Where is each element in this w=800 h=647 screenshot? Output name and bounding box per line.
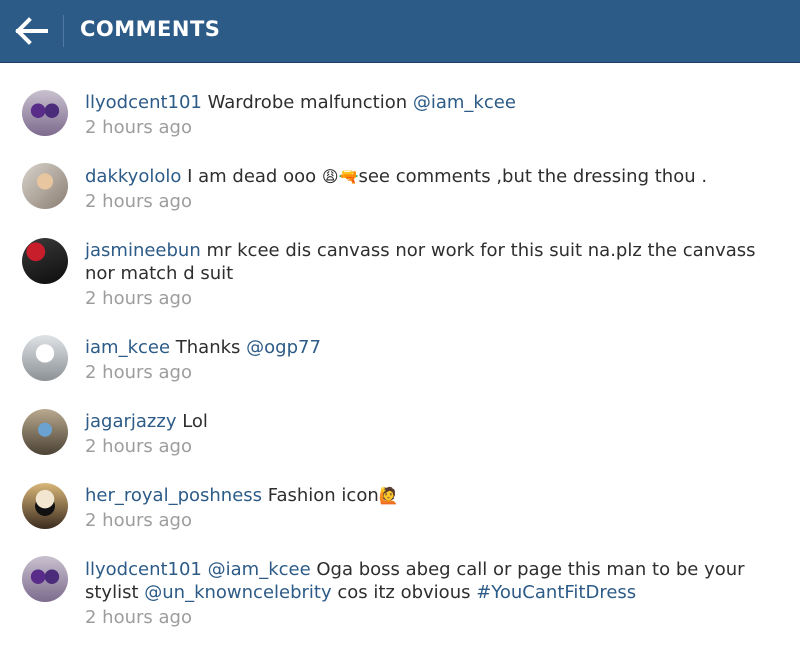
comment-username[interactable]: jagarjazzy — [85, 411, 176, 432]
comment-body-text: Fashion icon — [262, 485, 379, 506]
back-button[interactable] — [14, 14, 50, 48]
mention-link[interactable]: @ogp77 — [246, 337, 321, 358]
comment-username[interactable]: dakkyololo — [85, 166, 181, 187]
avatar[interactable] — [22, 556, 68, 602]
comment-timestamp: 2 hours ago — [85, 436, 192, 457]
comment-username[interactable]: llyodcent101 — [85, 92, 202, 113]
mention-link[interactable]: @iam_kcee — [413, 92, 516, 113]
comment-body-text: Lol — [176, 411, 208, 432]
mention-link[interactable]: @un_knowncelebrity — [144, 582, 331, 603]
avatar[interactable] — [22, 409, 68, 455]
comment-text: llyodcent101 Wardrobe malfunction @iam_k… — [85, 91, 775, 114]
emoji-icon: 🔫 — [338, 167, 359, 186]
comment-timestamp: 2 hours ago — [85, 191, 192, 212]
avatar[interactable] — [22, 238, 68, 284]
hashtag-link[interactable]: #YouCantFitDress — [476, 582, 636, 603]
comment-text: iam_kcee Thanks @ogp77 — [85, 336, 775, 359]
comment-body-text: I am dead ooo — [181, 166, 322, 187]
comment-timestamp: 2 hours ago — [85, 362, 192, 383]
comment-username[interactable]: llyodcent101 — [85, 559, 202, 580]
comment-body-text: cos itz obvious — [331, 582, 477, 603]
comment-timestamp: 2 hours ago — [85, 607, 192, 628]
avatar[interactable] — [22, 483, 68, 529]
comment-body-text: Thanks — [170, 337, 247, 358]
mention-link[interactable]: @iam_kcee — [208, 559, 311, 580]
emoji-icon: 😩 — [321, 167, 339, 186]
comment-text: jagarjazzy Lol — [85, 410, 775, 433]
comment-text: llyodcent101 @iam_kcee Oga boss abeg cal… — [85, 558, 775, 604]
emoji-icon: 🙋 — [378, 486, 399, 505]
comment-text: jasmineebun mr kcee dis canvass nor work… — [85, 239, 775, 285]
comment-username[interactable]: jasmineebun — [85, 240, 201, 261]
avatar[interactable] — [22, 163, 68, 209]
comment-timestamp: 2 hours ago — [85, 117, 192, 138]
page-title: COMMENTS — [80, 17, 221, 41]
arrow-left-icon — [15, 17, 48, 45]
comment-username[interactable]: her_royal_poshness — [85, 485, 262, 506]
header-divider — [63, 15, 64, 47]
comment-body-text: see comments ,but the dressing thou . — [358, 166, 708, 187]
comment-timestamp: 2 hours ago — [85, 510, 192, 531]
avatar[interactable] — [22, 90, 68, 136]
comment-body-text: Wardrobe malfunction — [201, 92, 413, 113]
top-app-bar: COMMENTS — [0, 0, 800, 63]
comment-username[interactable]: iam_kcee — [85, 337, 170, 358]
comment-text: dakkyololo I am dead ooo 😩🔫see comments … — [85, 165, 775, 188]
comment-timestamp: 2 hours ago — [85, 288, 192, 309]
avatar[interactable] — [22, 335, 68, 381]
comment-text: her_royal_poshness Fashion icon🙋 — [85, 484, 775, 507]
